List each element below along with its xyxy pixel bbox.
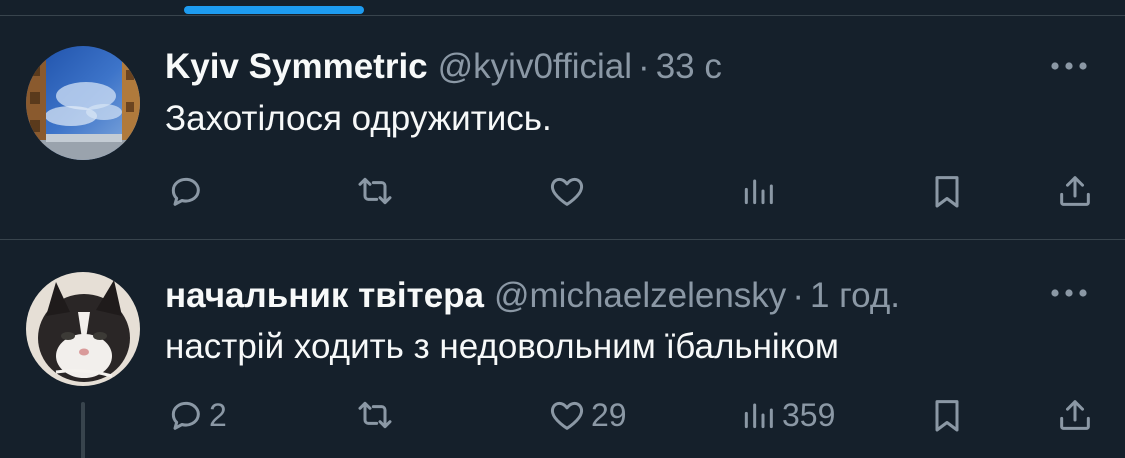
- more-dots-icon: [1051, 289, 1087, 297]
- retweet-icon: [358, 177, 392, 205]
- user-handle[interactable]: @kyiv0fficial: [438, 47, 632, 86]
- tweet-header: Kyiv Symmetric @kyiv0fficial · 33 с: [165, 46, 722, 88]
- display-name[interactable]: начальник твітера: [165, 276, 484, 315]
- share-button[interactable]: [1055, 390, 1095, 440]
- views-chart-icon: [744, 403, 773, 429]
- reply-icon: [171, 401, 200, 430]
- like-button[interactable]: [547, 166, 591, 216]
- timeline: Kyiv Symmetric @kyiv0fficial · 33 с Захотіл…: [0, 0, 1125, 458]
- active-tab-indicator: [184, 6, 364, 14]
- views-chart-icon: [744, 179, 773, 205]
- bookmark-icon: [935, 400, 959, 432]
- avatar[interactable]: [26, 46, 140, 160]
- view-count: 359: [782, 396, 836, 433]
- tweet-header: начальник твітера @michaelzelensky · 1 год.: [165, 275, 900, 317]
- reply-button[interactable]: [165, 166, 209, 216]
- tweet-text: Захотілося одружитись.: [165, 99, 552, 138]
- heart-icon: [550, 177, 584, 206]
- timestamp[interactable]: 1 год.: [810, 276, 900, 315]
- heart-icon: [550, 401, 584, 430]
- tweet-actions: [0, 166, 1125, 216]
- separator-dot: ·: [792, 276, 804, 315]
- share-button[interactable]: [1055, 166, 1095, 216]
- reply-count: 2: [209, 396, 227, 433]
- bookmark-button[interactable]: [927, 390, 967, 440]
- tweet[interactable]: начальник твітера @michaelzelensky · 1 год.…: [0, 240, 1125, 458]
- more-button[interactable]: [1047, 56, 1091, 76]
- share-icon: [1060, 400, 1090, 430]
- views-button[interactable]: [738, 166, 782, 216]
- tweet-actions: 2 29 359: [0, 390, 1125, 440]
- timestamp[interactable]: 33 с: [656, 47, 722, 86]
- separator-dot: ·: [638, 47, 650, 86]
- avatar-image: [26, 272, 140, 386]
- avatar-image: [26, 46, 140, 160]
- tweet[interactable]: Kyiv Symmetric @kyiv0fficial · 33 с Захотіл…: [0, 16, 1125, 239]
- like-button[interactable]: 29: [547, 390, 627, 440]
- bookmark-icon: [935, 176, 959, 208]
- more-button[interactable]: [1047, 283, 1091, 303]
- retweet-icon: [358, 401, 392, 429]
- retweet-button[interactable]: [355, 390, 399, 440]
- retweet-button[interactable]: [355, 166, 399, 216]
- display-name[interactable]: Kyiv Symmetric: [165, 47, 428, 86]
- views-button[interactable]: 359: [738, 390, 835, 440]
- avatar[interactable]: [26, 272, 140, 386]
- user-handle[interactable]: @michaelzelensky: [494, 276, 786, 315]
- more-dots-icon: [1051, 62, 1087, 70]
- reply-icon: [171, 177, 200, 206]
- bookmark-button[interactable]: [927, 166, 967, 216]
- like-count: 29: [591, 396, 627, 433]
- tweet-text: настрій ходить з недовольним їбальніком: [165, 327, 839, 366]
- share-icon: [1060, 176, 1090, 206]
- reply-button[interactable]: 2: [165, 390, 227, 440]
